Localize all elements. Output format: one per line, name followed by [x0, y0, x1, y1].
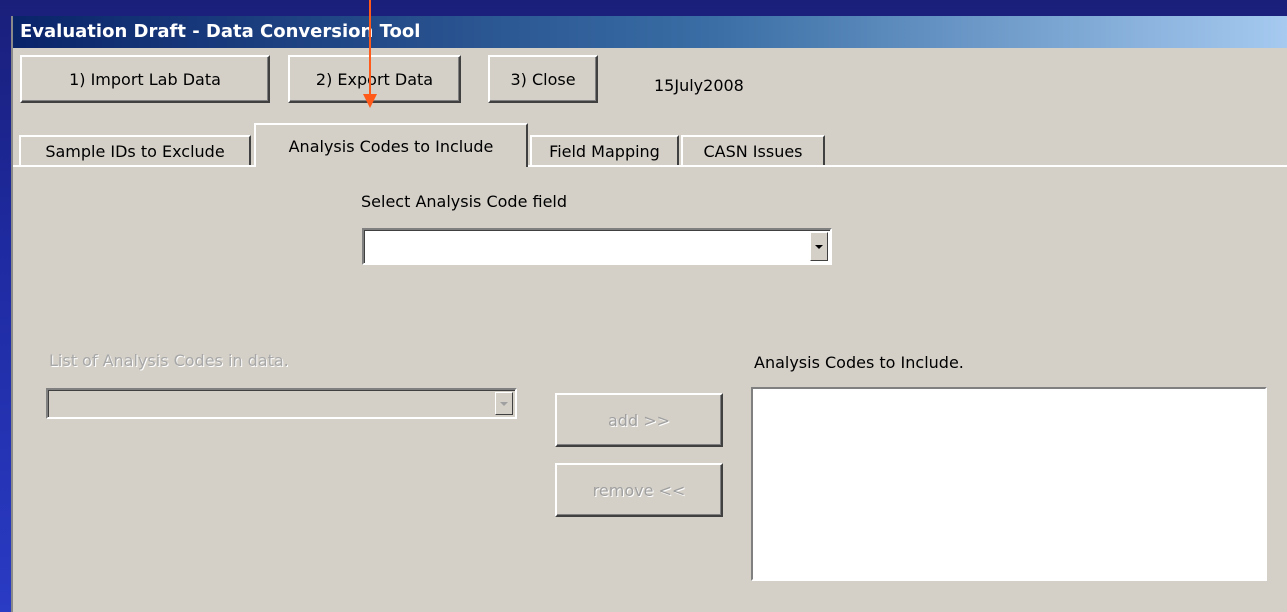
annotation-arrow-icon [363, 94, 377, 108]
title-bar[interactable]: Evaluation Draft - Data Conversion Tool [13, 16, 1287, 48]
analysis-code-field-dropdown[interactable] [362, 228, 832, 265]
close-button[interactable]: 3) Close [488, 55, 598, 103]
list-of-analysis-codes-label: List of Analysis Codes in data. [49, 351, 289, 370]
analysis-codes-to-include-label: Analysis Codes to Include. [754, 353, 964, 372]
chevron-down-icon[interactable] [810, 232, 828, 261]
import-lab-data-button[interactable]: 1) Import Lab Data [20, 55, 270, 103]
window-title: Evaluation Draft - Data Conversion Tool [20, 21, 421, 42]
tab-field-mapping[interactable]: Field Mapping [530, 135, 679, 165]
chevron-down-icon[interactable] [495, 392, 513, 415]
tab-casn-issues[interactable]: CASN Issues [681, 135, 825, 165]
tab-analysis-codes-to-include[interactable]: Analysis Codes to Include [254, 123, 528, 167]
tab-divider [13, 165, 1287, 167]
remove-button[interactable]: remove << [555, 463, 723, 517]
tab-sample-ids-to-exclude[interactable]: Sample IDs to Exclude [19, 135, 251, 165]
select-analysis-code-field-label: Select Analysis Code field [361, 192, 568, 211]
version-date: 15July2008 [654, 76, 744, 95]
tab-bar: Sample IDs to Exclude Analysis Codes to … [13, 123, 1287, 167]
app-window: Evaluation Draft - Data Conversion Tool … [11, 16, 1287, 612]
analysis-codes-to-include-listbox[interactable] [751, 387, 1267, 581]
add-button[interactable]: add >> [555, 393, 723, 447]
annotation-arrow-line [369, 0, 371, 97]
analysis-codes-in-data-dropdown[interactable] [46, 388, 517, 419]
